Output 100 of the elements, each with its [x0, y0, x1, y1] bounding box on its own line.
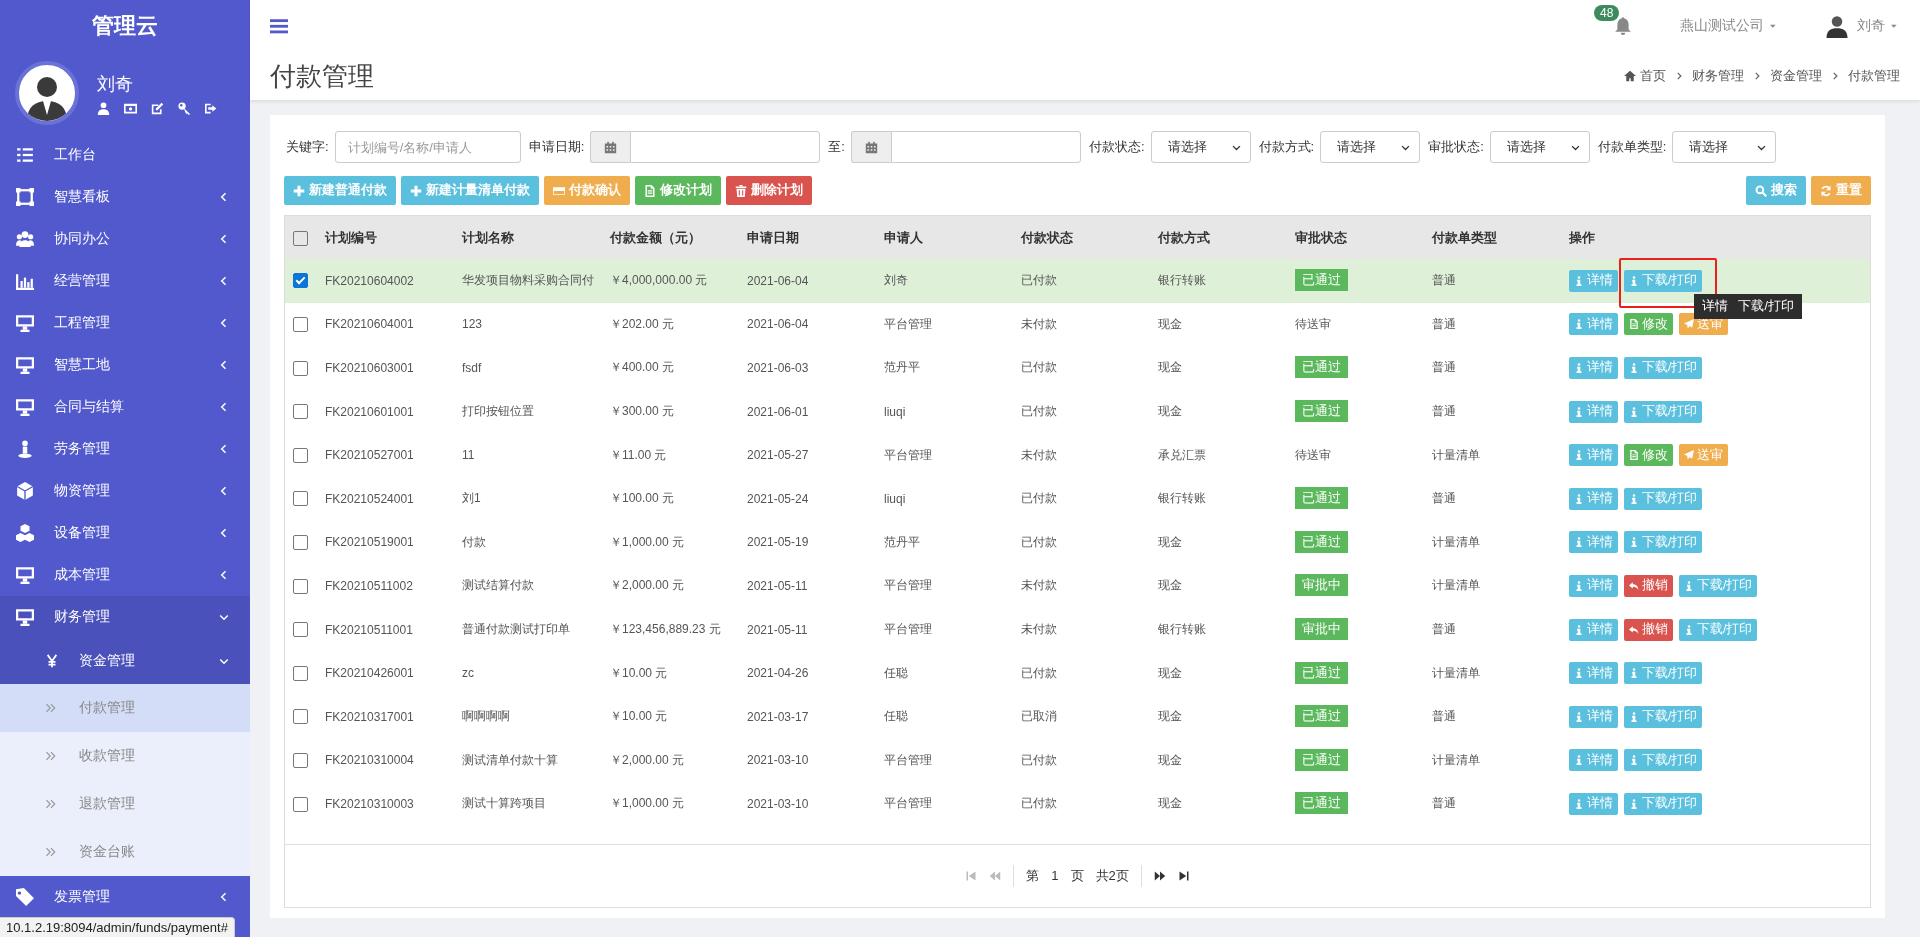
checkbox[interactable] — [293, 665, 308, 681]
details-button[interactable]: 详情 — [1569, 574, 1618, 597]
details-button[interactable]: 详情 — [1569, 269, 1618, 292]
search-button[interactable]: 搜索 — [1746, 176, 1806, 205]
checkbox[interactable] — [293, 273, 308, 289]
download-button[interactable]: 下载/打印 — [1624, 792, 1703, 815]
download-button[interactable]: 下载/打印 — [1624, 705, 1703, 728]
page-number[interactable]: 1 — [1051, 868, 1059, 884]
details-button[interactable]: 详情 — [1569, 618, 1618, 641]
select-field[interactable]: 请选择 — [1672, 131, 1777, 163]
download-button[interactable]: 下载/打印 — [1624, 662, 1703, 685]
edit-button[interactable]: 修改 — [1624, 444, 1673, 467]
details-button[interactable]: 详情 — [1569, 662, 1618, 685]
new-button[interactable]: 新建计量清单付款 — [401, 176, 539, 205]
sidebar-item[interactable]: 发票管理 — [0, 876, 250, 918]
download-button[interactable]: 下载/打印 — [1624, 269, 1703, 292]
download-button[interactable]: 下载/打印 — [1624, 531, 1703, 554]
details-button[interactable]: 详情 — [1569, 749, 1618, 772]
confirm-button[interactable]: 付款确认 — [544, 176, 630, 205]
bell-icon[interactable] — [1614, 17, 1632, 35]
bar-chart-icon — [16, 272, 34, 290]
download-button[interactable]: 下载/打印 — [1679, 574, 1758, 597]
column-header: 申请人 — [884, 229, 923, 245]
date-field[interactable] — [890, 131, 1081, 163]
user-dropdown[interactable]: 刘奇 — [1857, 17, 1900, 35]
checkbox[interactable] — [293, 404, 308, 420]
sidebar-item[interactable]: 收款管理 — [0, 732, 250, 780]
reset-button[interactable]: 重置 — [1811, 176, 1871, 205]
checkbox[interactable] — [293, 360, 308, 376]
keyword-field[interactable]: 计划编号/名称/申请人 — [334, 131, 521, 163]
revoke-button[interactable]: 撤销 — [1624, 618, 1673, 641]
cube-icon — [16, 482, 34, 500]
sidebar-item[interactable]: 工作台 — [0, 134, 250, 176]
delete-button[interactable]: 删除计划 — [726, 176, 812, 205]
edit-button[interactable]: 修改 — [1624, 313, 1673, 336]
sidebar-item[interactable]: 工程管理 — [0, 302, 250, 344]
checkbox[interactable] — [293, 709, 308, 725]
sidebar-item[interactable]: 物资管理 — [0, 470, 250, 512]
checkbox[interactable] — [293, 447, 308, 463]
breadcrumb-item[interactable]: 首页 — [1624, 67, 1666, 85]
next-page-icon[interactable] — [1153, 869, 1166, 882]
id-card-icon[interactable] — [124, 101, 137, 115]
checkbox[interactable] — [293, 491, 308, 507]
table-cell: 已付款 — [1021, 491, 1057, 506]
sidebar-item[interactable]: 智慧看板 — [0, 176, 250, 218]
sidebar-item[interactable]: 智慧工地 — [0, 344, 250, 386]
sidebar-item[interactable]: 财务管理 — [0, 596, 250, 638]
sidebar-item[interactable]: 协同办公 — [0, 218, 250, 260]
checkbox[interactable] — [293, 535, 308, 550]
breadcrumb-item[interactable]: 财务管理 — [1692, 67, 1744, 85]
sidebar-item[interactable]: 合同与结算 — [0, 386, 250, 428]
details-button[interactable]: 详情 — [1569, 705, 1618, 728]
sidebar-item[interactable]: 付款管理 — [0, 684, 250, 732]
download-button[interactable]: 下载/打印 — [1624, 487, 1703, 510]
date-field[interactable] — [630, 131, 821, 163]
sidebar-item[interactable]: 劳务管理 — [0, 428, 250, 470]
checkbox[interactable] — [293, 796, 308, 812]
edit-button[interactable]: 修改计划 — [635, 176, 721, 205]
breadcrumb-item[interactable]: 付款管理 — [1848, 67, 1900, 85]
sidebar-item[interactable]: 经营管理 — [0, 260, 250, 302]
table-cell: 2021-05-11 — [747, 578, 808, 593]
download-button[interactable]: 下载/打印 — [1624, 749, 1703, 772]
table-cell: 平台管理 — [884, 447, 932, 462]
details-button[interactable]: 详情 — [1569, 444, 1618, 467]
sidebar-item[interactable]: 设备管理 — [0, 512, 250, 554]
details-button[interactable]: 详情 — [1569, 487, 1618, 510]
tag-icon — [16, 888, 34, 906]
details-button[interactable]: 详情 — [1569, 400, 1618, 423]
new-button[interactable]: 新建普通付款 — [284, 176, 396, 205]
checkbox[interactable] — [293, 317, 308, 333]
edit-icon[interactable] — [151, 101, 164, 115]
key-icon[interactable] — [178, 101, 191, 115]
checkbox[interactable] — [293, 230, 308, 246]
checkbox[interactable] — [293, 753, 308, 768]
sidebar-item[interactable]: 资金管理 — [0, 638, 250, 684]
logout-icon[interactable] — [205, 101, 218, 115]
submit-button[interactable]: 送审 — [1679, 444, 1728, 467]
grid-icon — [16, 188, 34, 206]
details-button[interactable]: 详情 — [1569, 357, 1618, 379]
breadcrumb-item[interactable]: 资金管理 — [1770, 67, 1822, 85]
plus-icon — [293, 184, 305, 197]
last-page-icon[interactable] — [1177, 869, 1190, 882]
select-field[interactable]: 请选择 — [1489, 131, 1590, 163]
checkbox[interactable] — [293, 578, 308, 594]
revoke-button[interactable]: 撤销 — [1624, 574, 1673, 597]
download-button[interactable]: 下载/打印 — [1624, 400, 1703, 423]
select-field[interactable]: 请选择 — [1320, 131, 1421, 163]
table-cell: 已付款 — [1021, 796, 1057, 811]
checkbox[interactable] — [293, 622, 308, 638]
sidebar-item[interactable]: 资金台账 — [0, 828, 250, 876]
sidebar-item[interactable]: 退款管理 — [0, 780, 250, 828]
sidebar-item[interactable]: 成本管理 — [0, 554, 250, 596]
details-button[interactable]: 详情 — [1569, 531, 1618, 554]
company-dropdown[interactable]: 燕山测试公司 — [1680, 17, 1779, 35]
details-button[interactable]: 详情 — [1569, 313, 1618, 336]
download-button[interactable]: 下载/打印 — [1679, 618, 1758, 641]
user-icon[interactable] — [97, 101, 110, 115]
select-field[interactable]: 请选择 — [1150, 131, 1251, 163]
details-button[interactable]: 详情 — [1569, 792, 1618, 815]
download-button[interactable]: 下载/打印 — [1624, 357, 1703, 379]
